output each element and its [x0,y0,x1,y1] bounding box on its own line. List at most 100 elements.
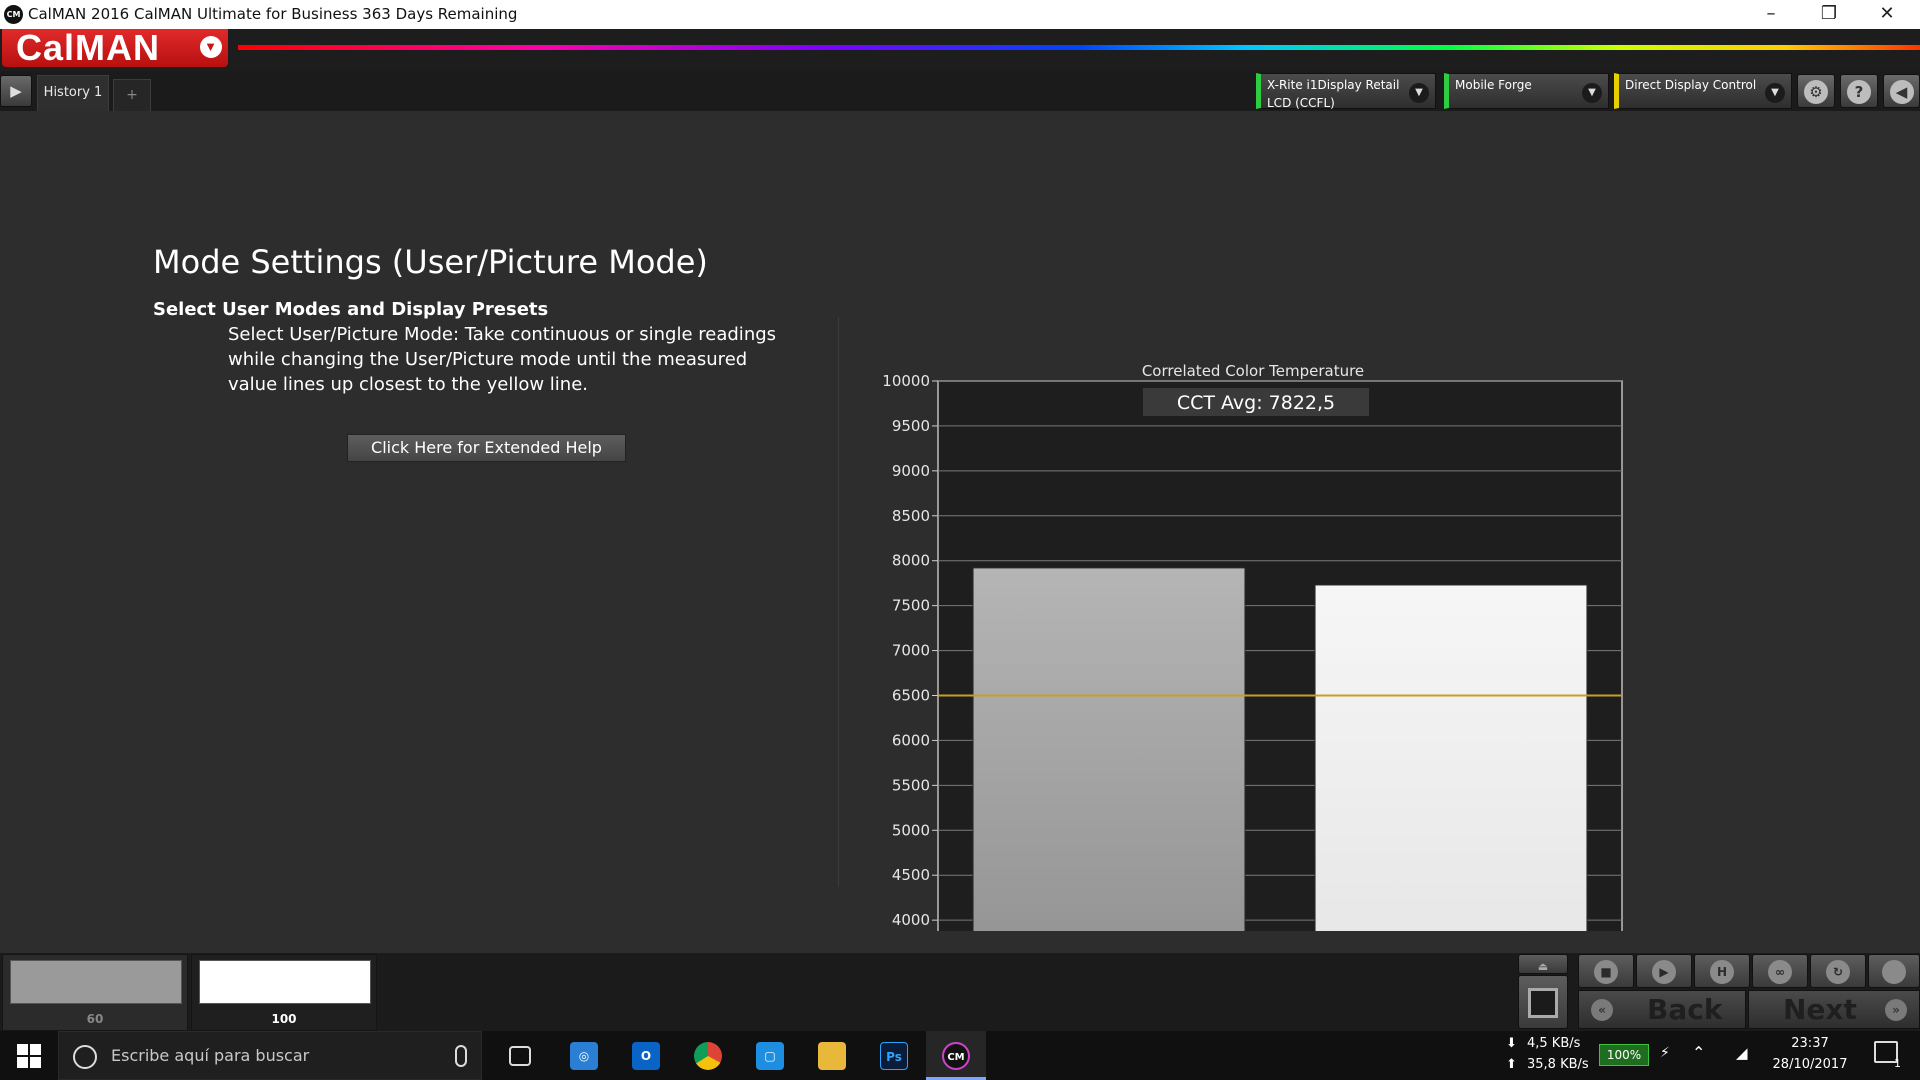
circle-icon [1882,960,1906,984]
settings-button[interactable]: ⚙ [1797,74,1835,108]
y-tick-label: 7000 [892,642,930,660]
taskbar-app-chrome[interactable] [678,1031,738,1080]
y-axis: 3000350040004500500055006000650070007500… [882,372,938,929]
chevron-down-icon: ▼ [1765,83,1785,103]
taskbar-app-photoshop[interactable]: Ps [864,1031,924,1080]
chevron-double-left-icon: « [1591,999,1613,1021]
display-control-selector[interactable]: Direct Display Control ▼ [1614,73,1792,109]
continuous-button[interactable]: ∞ [1752,954,1808,988]
chevron-down-icon: ▼ [1409,83,1429,103]
arrow-down-icon: ⬇ [1506,1036,1517,1051]
globe-icon: ◎ [570,1042,598,1070]
swatch-label: 60 [86,1012,104,1026]
windows-icon [17,1044,41,1068]
close-icon[interactable]: ✕ [1858,0,1916,29]
battery-meter[interactable]: 100% [1599,1044,1649,1066]
taskbar-app-calman[interactable]: CM [926,1031,986,1080]
bottom-bar: 60 100 ⏏ ■ ▶ H ∞ ↻ « Back Next » [0,953,1920,1031]
rainbow-bar [238,45,1920,50]
y-tick-label: 5000 [892,821,930,839]
y-tick-label: 8000 [892,552,930,570]
play-icon: ▶ [1652,960,1676,984]
minimize-icon[interactable]: – [1742,0,1800,29]
wifi-icon[interactable]: ◢ [1736,1044,1748,1062]
y-tick-label: 5500 [892,776,930,794]
eject-button[interactable]: ⏏ [1518,954,1568,974]
y-tick-label: 8500 [892,507,930,525]
taskbar-search[interactable]: Escribe aquí para buscar [58,1031,482,1080]
y-tick-label: 6500 [892,687,930,705]
net-download-rate: 4,5 KB/s [1527,1036,1581,1051]
page-title: Mode Settings (User/Picture Mode) [153,243,708,281]
back-button[interactable]: « Back [1578,990,1746,1029]
arrow-up-icon: ⬆ [1506,1057,1517,1072]
logo-text: CalMAN [16,27,161,68]
refresh-icon: ↻ [1826,960,1850,984]
eject-icon: ⏏ [1537,960,1549,973]
gear-icon: ⚙ [1804,80,1828,104]
task-view-button[interactable] [490,1031,550,1080]
tab-history[interactable]: History 1 [37,75,109,111]
app-icon: CM [4,5,23,24]
chevron-up-icon[interactable]: ⌃ [1692,1043,1705,1062]
y-tick-label: 7500 [892,597,930,615]
swatch-60[interactable]: 60 [2,954,188,1031]
calman-menu-button[interactable]: CalMAN ▼ [2,29,228,67]
taskbar-app-explorer[interactable] [802,1031,862,1080]
swatch-label: 100 [271,1012,297,1026]
y-tick-label: 6000 [892,731,930,749]
logo-bar: CalMAN ▼ [0,29,1920,71]
collapse-panel-button[interactable]: ◀ [1883,74,1920,108]
play-icon: ▶ [10,82,22,100]
folder-icon [818,1042,846,1070]
calman-icon: CM [942,1042,970,1070]
taskbar-app-chat[interactable]: ▢ [740,1031,800,1080]
clock-date[interactable]: 28/10/2017 [1762,1057,1858,1072]
notification-count: 1 [1894,1057,1901,1070]
y-tick-label: 4500 [892,866,930,884]
stop-button[interactable]: ■ [1578,954,1634,988]
read-button[interactable]: ▶ [1636,954,1692,988]
search-placeholder: Escribe aquí para buscar [111,1046,310,1065]
options-button[interactable] [1868,954,1920,988]
meter-selector[interactable]: X-Rite i1Display Retail LCD (CCFL) ▼ [1256,73,1436,110]
stop-measure-button[interactable] [1518,975,1568,1029]
swatch-color [199,960,371,1004]
chart-title: Correlated Color Temperature [1142,362,1364,380]
photoshop-icon: Ps [880,1042,908,1070]
microphone-icon[interactable] [455,1045,467,1067]
restore-icon[interactable]: ❐ [1800,0,1858,29]
outlook-icon: O [632,1042,660,1070]
swatch-color [10,960,182,1004]
back-label: Back [1647,993,1723,1026]
refresh-button[interactable]: ↻ [1810,954,1866,988]
help-icon-button[interactable]: ? [1840,74,1878,108]
panel-divider [838,317,839,887]
start-button[interactable] [0,1031,58,1080]
cct-chart: Correlated Color Temperature 30003500400… [882,362,1623,931]
chevron-down-icon: ▼ [1582,83,1602,103]
chat-icon: ▢ [756,1042,784,1070]
clock-time[interactable]: 23:37 [1762,1036,1858,1051]
expand-panel-button[interactable]: ▶ [0,75,32,107]
power-plug-icon: ⚡ [1660,1045,1670,1061]
bar-100 [1314,584,1588,931]
next-button[interactable]: Next » [1748,990,1920,1029]
y-tick-label: 9500 [892,417,930,435]
y-tick-label: 10000 [882,372,930,390]
windows-taskbar: Escribe aquí para buscar ◎ O ▢ Ps CM ⬇ 4… [0,1031,1920,1080]
pattern-source-selector[interactable]: Mobile Forge ▼ [1444,73,1609,109]
bar-60 [972,567,1246,931]
system-tray: ⬇ 4,5 KB/s ⬆ 35,8 KB/s 100% ⚡ ⌃ ◢ 23:37 … [1500,1031,1920,1080]
read-series-button[interactable]: H [1694,954,1750,988]
window-title: CalMAN 2016 CalMAN Ultimate for Business… [28,5,518,23]
taskbar-app-1[interactable]: ◎ [554,1031,614,1080]
infinity-icon: ∞ [1768,960,1792,984]
taskbar-app-outlook[interactable]: O [616,1031,676,1080]
chevron-down-icon: ▼ [200,36,222,58]
cortana-icon [73,1045,97,1069]
swatch-100[interactable]: 100 [191,954,377,1031]
add-tab-button[interactable]: + [113,79,151,111]
extended-help-button[interactable]: Click Here for Extended Help [347,434,626,462]
instructions-text: Select User/Picture Mode: Take continuou… [228,324,777,395]
